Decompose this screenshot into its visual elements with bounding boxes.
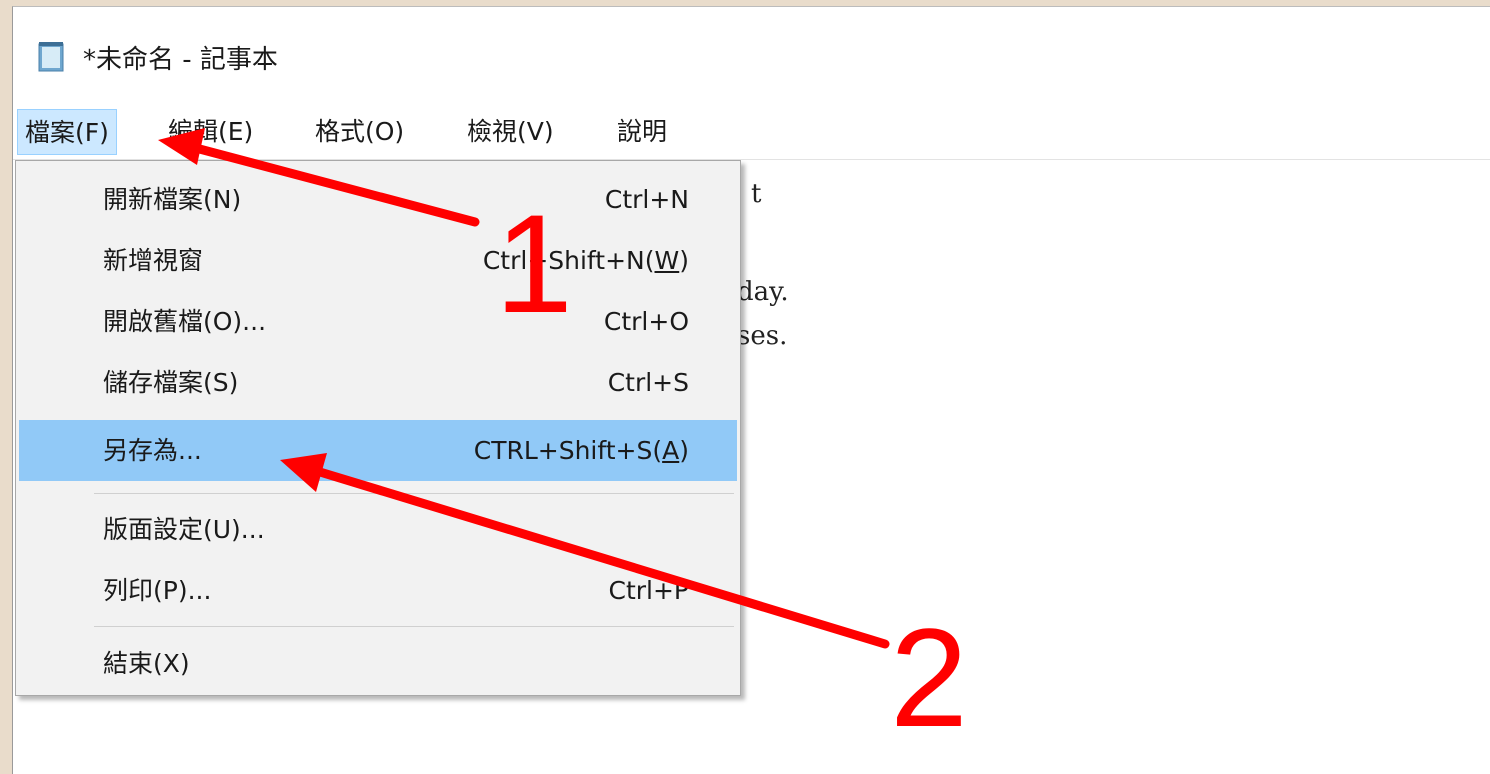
menu-item-label: 儲存檔案(S): [103, 368, 239, 397]
menu-item-open[interactable]: 開啟舊檔(O)... Ctrl+O: [19, 291, 737, 352]
menu-item-print[interactable]: 列印(P)... Ctrl+P: [19, 560, 737, 621]
menu-file[interactable]: 檔案(F): [17, 109, 117, 155]
menu-item-shortcut: Ctrl+P: [608, 576, 689, 605]
menu-item-save-as[interactable]: 另存為... CTRL+Shift+S(A): [19, 420, 737, 481]
menu-edit[interactable]: 編輯(E): [161, 109, 260, 155]
menu-item-label: 開新檔案(N): [103, 185, 242, 214]
menu-help[interactable]: 說明: [610, 109, 674, 155]
document-line: ses.: [737, 321, 788, 351]
document-line: day.: [737, 277, 789, 307]
menu-format[interactable]: 格式(O): [308, 109, 411, 155]
notepad-icon: [38, 42, 64, 72]
menu-item-exit[interactable]: 結束(X): [19, 633, 737, 694]
menu-item-new[interactable]: 開新檔案(N) Ctrl+N: [19, 169, 737, 230]
menu-item-label: 版面設定(U)...: [103, 515, 265, 544]
notepad-window: *未命名 - 記事本 檔案(F) 編輯(E) 格式(O) 檢視(V) 說明 t …: [12, 6, 1490, 774]
menu-item-page-setup[interactable]: 版面設定(U)...: [19, 499, 737, 560]
menu-item-label: 開啟舊檔(O)...: [103, 307, 267, 336]
menu-separator: [94, 493, 734, 494]
menu-item-label: 列印(P)...: [103, 576, 212, 605]
file-menu-dropdown: 開新檔案(N) Ctrl+N 新增視窗 Ctrl+Shift+N(W) 開啟舊檔…: [15, 160, 741, 696]
menu-item-save[interactable]: 儲存檔案(S) Ctrl+S: [19, 352, 737, 413]
menu-item-label: 新增視窗: [103, 246, 204, 275]
document-line: t: [751, 179, 762, 209]
title-bar: *未命名 - 記事本: [13, 7, 1490, 99]
menu-item-shortcut: CTRL+Shift+S(A): [473, 436, 689, 465]
menu-item-shortcut: Ctrl+Shift+N(W): [482, 246, 689, 275]
menu-item-shortcut: Ctrl+N: [604, 185, 689, 214]
menu-item-new-window[interactable]: 新增視窗 Ctrl+Shift+N(W): [19, 230, 737, 291]
menu-item-label: 另存為...: [103, 436, 202, 465]
menu-bar: 檔案(F) 編輯(E) 格式(O) 檢視(V) 說明: [13, 105, 1490, 160]
menu-item-label: 結束(X): [103, 649, 190, 678]
menu-item-shortcut: Ctrl+O: [603, 307, 689, 336]
menu-view[interactable]: 檢視(V): [460, 109, 561, 155]
window-title: *未命名 - 記事本: [83, 45, 278, 75]
menu-item-shortcut: Ctrl+S: [607, 368, 689, 397]
menu-separator: [94, 626, 734, 627]
